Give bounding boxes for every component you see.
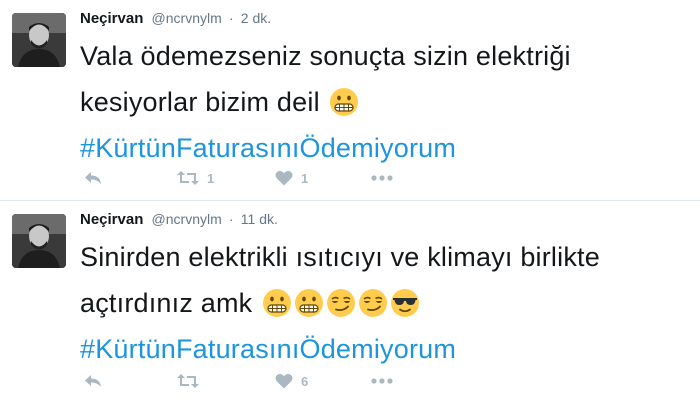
more-button[interactable]: [371, 168, 393, 188]
smirking-emoji: [358, 288, 388, 318]
like-button[interactable]: 1: [275, 168, 308, 188]
like-count: 6: [301, 373, 309, 389]
grimacing-emoji: [329, 87, 359, 117]
sunglasses-emoji: [390, 288, 420, 318]
grimacing-emoji: [294, 288, 324, 318]
tweet-text: Sinirden elektrikli ısıtıcıyı ve klimayı…: [80, 234, 680, 372]
grimacing-emoji: [262, 288, 292, 318]
retweet-button[interactable]: 1: [177, 168, 214, 188]
tweet-header: Neçirvan @ncrvnylm · 2 dk.: [80, 10, 271, 27]
avatar[interactable]: [12, 13, 66, 67]
timestamp[interactable]: 2 dk.: [241, 10, 271, 26]
separator: ·: [228, 211, 234, 227]
tweet-body: Vala ödemezseniz sonuçta sizin elektriği…: [80, 41, 571, 117]
tweet[interactable]: Neçirvan @ncrvnylm · 2 dk. Vala ödemezse…: [0, 0, 700, 201]
more-dots-icon: [371, 175, 393, 181]
like-button[interactable]: 6: [275, 371, 308, 391]
retweet-button[interactable]: [177, 371, 207, 391]
author-name[interactable]: Neçirvan: [80, 211, 143, 228]
tweet-actions: 1 1: [80, 168, 480, 188]
reply-button[interactable]: [84, 168, 102, 188]
separator: ·: [228, 10, 234, 26]
more-dots-icon: [371, 378, 393, 384]
retweet-icon: [177, 374, 199, 388]
author-handle[interactable]: @ncrvnylm: [152, 211, 222, 227]
heart-icon: [275, 170, 293, 186]
author-name[interactable]: Neçirvan: [80, 10, 143, 27]
retweet-icon: [177, 171, 199, 185]
like-count: 1: [301, 170, 309, 186]
tweet[interactable]: Neçirvan @ncrvnylm · 11 dk. Sinirden ele…: [0, 201, 700, 403]
avatar[interactable]: [12, 214, 66, 268]
tweet-actions: 6: [80, 371, 480, 391]
smirking-emoji: [326, 288, 356, 318]
hashtag-link[interactable]: #KürtünFaturasınıÖdemiyorum: [80, 326, 680, 372]
reply-button[interactable]: [84, 371, 102, 391]
hashtag-link[interactable]: #KürtünFaturasınıÖdemiyorum: [80, 125, 680, 171]
more-button[interactable]: [371, 371, 393, 391]
timestamp[interactable]: 11 dk.: [241, 211, 278, 227]
tweet-text: Vala ödemezseniz sonuçta sizin elektriği…: [80, 33, 680, 171]
author-handle[interactable]: @ncrvnylm: [152, 10, 222, 26]
heart-icon: [275, 373, 293, 389]
reply-icon: [85, 375, 101, 387]
tweet-header: Neçirvan @ncrvnylm · 11 dk.: [80, 211, 278, 228]
reply-icon: [85, 172, 101, 184]
retweet-count: 1: [207, 170, 215, 186]
